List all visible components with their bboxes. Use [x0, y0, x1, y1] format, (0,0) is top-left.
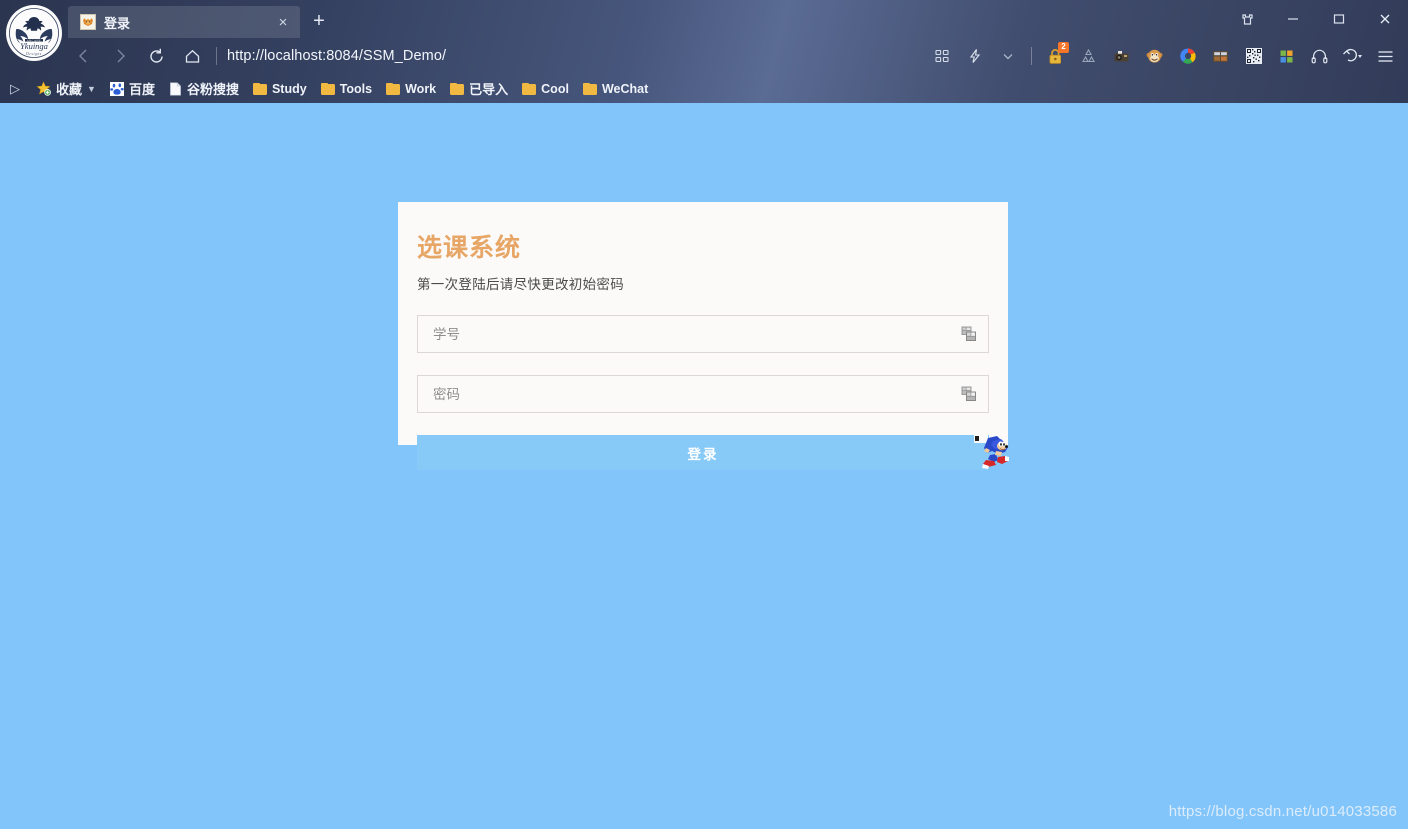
bookmark-imported[interactable]: 已导入	[444, 76, 514, 101]
tshirt-icon	[1241, 13, 1253, 25]
browser-chrome: ARCANE Ykuinga Designs 登录 × + http://loc…	[0, 0, 1408, 103]
folder-icon	[320, 82, 335, 95]
lock-badge-count: 2	[1058, 42, 1069, 53]
bookmark-label: 谷粉搜搜	[186, 82, 239, 97]
fox-icon	[83, 18, 93, 26]
bookmark-label: Work	[405, 81, 437, 96]
maximize-icon	[1333, 14, 1345, 24]
tab-title: 登录	[104, 15, 131, 31]
broken-image-icon[interactable]	[961, 386, 977, 402]
bookmark-label: Study	[271, 81, 307, 96]
home-button[interactable]	[174, 41, 210, 71]
close-icon	[1380, 14, 1390, 24]
tab-close-icon[interactable]: ×	[274, 15, 292, 30]
lock-icon[interactable]: 2	[1039, 41, 1072, 71]
bookmark-label: 百度	[128, 82, 155, 97]
watermark-url: https://blog.csdn.net/u014033586	[1168, 803, 1397, 820]
bookmark-tools[interactable]: Tools	[315, 79, 378, 99]
password-row	[417, 375, 989, 413]
folder-icon	[582, 82, 597, 95]
reload-button[interactable]	[138, 41, 174, 71]
ykuinga-designs-logo: ARCANE Ykuinga Designs	[6, 5, 62, 61]
svg-text:Designs: Designs	[25, 52, 42, 56]
menu-icon[interactable]	[1369, 41, 1402, 71]
forward-button[interactable]	[102, 41, 138, 71]
sonic-running-icon	[974, 435, 1009, 469]
maximize-button[interactable]	[1316, 0, 1362, 38]
chevron-down-icon[interactable]: ▼	[87, 84, 96, 94]
undo-icon[interactable]	[1336, 41, 1369, 71]
baidu-icon	[109, 81, 124, 96]
nav-separator	[216, 47, 217, 65]
camera-icon[interactable]	[1105, 41, 1138, 71]
bookmark-favorites[interactable]: 收藏 ▼	[30, 76, 102, 101]
folder-icon	[252, 82, 267, 95]
bookmark-work[interactable]: Work	[380, 79, 442, 99]
bookmark-baidu[interactable]: 百度	[104, 76, 161, 101]
chevron-right-icon	[117, 49, 125, 63]
fox-favicon	[80, 14, 96, 30]
bookmark-label: 已导入	[469, 82, 509, 97]
page-title: 选课系统	[417, 234, 522, 262]
new-tab-button[interactable]: +	[306, 8, 332, 34]
minimize-icon	[1288, 18, 1298, 20]
home-icon	[185, 49, 199, 63]
toolbar-icons: 2	[925, 38, 1402, 74]
student-id-row	[417, 315, 989, 353]
bookmark-label: Cool	[541, 81, 569, 96]
reload-icon	[149, 48, 163, 63]
lightning-icon[interactable]	[958, 41, 991, 71]
dual-panel-icon[interactable]	[1204, 41, 1237, 71]
toolbar-separator	[1031, 47, 1032, 65]
broken-image-icon[interactable]	[961, 326, 977, 342]
title-bar: ARCANE Ykuinga Designs 登录 × +	[0, 0, 1408, 61]
recycle-icon[interactable]	[1072, 41, 1105, 71]
browser-tab[interactable]: 登录 ×	[68, 6, 300, 38]
page-viewport: 选课系统 第一次登陆后请尽快更改初始密码 学号 登录 https://blog.…	[0, 103, 1408, 829]
bookmark-label: 收藏	[56, 82, 83, 97]
headphones-icon[interactable]	[1303, 41, 1336, 71]
bookmark-label: Tools	[339, 81, 373, 96]
apps-grid-icon[interactable]	[925, 41, 958, 71]
folder-icon	[450, 82, 465, 95]
star-icon	[36, 81, 51, 96]
bookmark-study[interactable]: Study	[247, 79, 313, 99]
password-input[interactable]	[417, 375, 989, 413]
address-bar-url[interactable]: http://localhost:8084/SSM_Demo/	[227, 48, 446, 64]
color-ring-icon[interactable]	[1171, 41, 1204, 71]
bookmark-wechat[interactable]: WeChat	[577, 79, 654, 99]
back-button[interactable]	[66, 41, 102, 71]
login-button[interactable]: 登录	[417, 435, 989, 470]
bookmark-gufen[interactable]: 谷粉搜搜	[163, 76, 245, 101]
chevron-left-icon	[79, 49, 87, 63]
close-button[interactable]	[1362, 0, 1408, 38]
minimize-button[interactable]	[1270, 0, 1316, 38]
student-id-input[interactable]	[417, 315, 989, 353]
login-card: 选课系统 第一次登陆后请尽快更改初始密码 学号 登录	[398, 202, 1008, 470]
tab-strip: 登录 × +	[68, 6, 332, 38]
svg-text:Ykuinga: Ykuinga	[20, 41, 48, 51]
chevron-down-icon[interactable]	[991, 41, 1024, 71]
qrcode-icon[interactable]	[1237, 41, 1270, 71]
four-squares-icon[interactable]	[1270, 41, 1303, 71]
bookmark-cool[interactable]: Cool	[516, 79, 575, 99]
dragon-emblem-icon: ARCANE Ykuinga Designs	[7, 6, 61, 60]
sonic-sprite	[974, 435, 1014, 471]
folder-icon	[386, 82, 401, 95]
folder-icon	[522, 82, 537, 95]
page-subtitle: 第一次登陆后请尽快更改初始密码	[417, 277, 624, 292]
window-controls	[1224, 0, 1408, 38]
bookmarks-bar: ▷ 收藏 ▼ 百度 谷粉搜搜 Study Tools Work 已导入 Cool…	[0, 74, 1408, 103]
bookmark-label: WeChat	[601, 81, 649, 96]
bookmarks-expand-button[interactable]: ▷	[10, 81, 20, 97]
navigation-bar: http://localhost:8084/SSM_Demo/ 2	[0, 38, 1408, 74]
skin-icon[interactable]	[1224, 0, 1270, 38]
monkey-icon[interactable]	[1138, 41, 1171, 71]
page-icon	[170, 81, 181, 96]
